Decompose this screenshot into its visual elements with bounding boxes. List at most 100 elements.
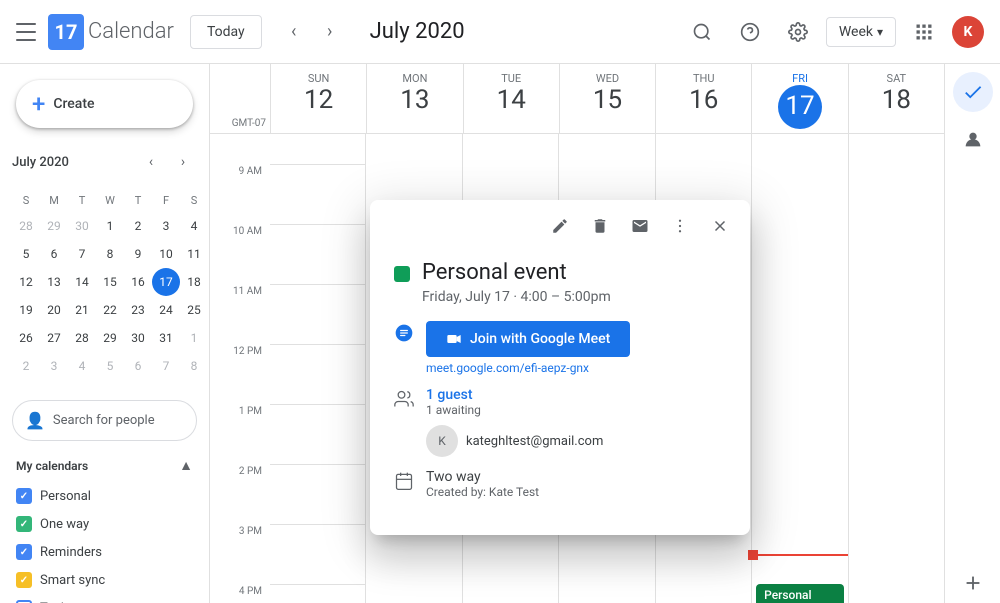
time-3pm: 3 PM [210, 524, 270, 584]
mini-day[interactable]: 12 [12, 268, 40, 296]
grid-col-sun[interactable] [270, 134, 365, 603]
day-col-mon[interactable]: MON 13 [366, 64, 462, 133]
mini-day[interactable]: 24 [152, 296, 180, 324]
mini-day[interactable]: 3 [40, 352, 68, 380]
meet-link[interactable]: meet.google.com/efi-aepz-gnx [426, 361, 726, 375]
mini-day[interactable]: 23 [124, 296, 152, 324]
today-button[interactable]: Today [190, 15, 262, 49]
guest-awaiting: 1 awaiting [426, 403, 726, 417]
mini-day[interactable]: 30 [68, 212, 96, 240]
calendar-item-smartsync[interactable]: Smart sync [12, 566, 197, 594]
help-button[interactable] [730, 12, 770, 52]
calendar-item-reminders[interactable]: Reminders [12, 538, 197, 566]
day-col-wed[interactable]: WED 15 [559, 64, 655, 133]
calendar-checkbox-reminders[interactable] [16, 544, 32, 560]
mini-day[interactable]: 25 [180, 296, 208, 324]
mini-day[interactable]: 7 [68, 240, 96, 268]
mini-day[interactable]: 14 [68, 268, 96, 296]
mini-day[interactable]: 6 [124, 352, 152, 380]
time-12pm: 12 PM [210, 344, 270, 404]
mini-day[interactable]: 29 [96, 324, 124, 352]
nav-buttons: ‹ › [278, 16, 346, 48]
menu-icon[interactable] [16, 20, 40, 44]
mini-day[interactable]: 28 [12, 212, 40, 240]
mini-day[interactable]: 8 [96, 240, 124, 268]
mini-day[interactable]: 20 [40, 296, 68, 324]
day-col-sun[interactable]: SUN 12 [270, 64, 366, 133]
modal-delete-button[interactable] [582, 208, 618, 244]
mini-day[interactable]: 1 [180, 324, 208, 352]
day-col-tue[interactable]: TUE 14 [463, 64, 559, 133]
mini-day[interactable]: 19 [12, 296, 40, 324]
mini-cal-next[interactable]: › [169, 148, 197, 176]
mini-day[interactable]: 30 [124, 324, 152, 352]
avatar[interactable]: K [952, 16, 984, 48]
calendar-event-personal[interactable]: Personal event 4 – 5pm [756, 584, 843, 603]
grid-col-sat[interactable] [848, 134, 944, 603]
mini-day[interactable]: 26 [12, 324, 40, 352]
mini-day[interactable]: 9 [124, 240, 152, 268]
plus-icon: + [32, 92, 45, 116]
time-labels: 9 AM 10 AM 11 AM 12 PM 1 PM 2 PM 3 PM 4 … [210, 134, 270, 603]
calendar-item-oneway[interactable]: One way [12, 510, 197, 538]
mini-day[interactable]: 13 [40, 268, 68, 296]
right-panel-icon2[interactable] [953, 120, 993, 160]
modal-email-button[interactable] [622, 208, 658, 244]
day-col-thu[interactable]: THU 16 [655, 64, 751, 133]
modal-more-button[interactable] [662, 208, 698, 244]
apps-button[interactable] [904, 12, 944, 52]
grid-col-fri[interactable]: Personal event 4 – 5pm [751, 134, 847, 603]
modal-close-button[interactable] [702, 208, 738, 244]
mini-day[interactable]: 31 [152, 324, 180, 352]
right-panel-check-icon[interactable] [953, 72, 993, 112]
modal-guests-section: 1 guest 1 awaiting K kateghltest@gmail.c… [394, 387, 726, 457]
create-button[interactable]: + Create [16, 80, 193, 128]
mini-day[interactable]: 4 [68, 352, 96, 380]
event-modal: Personal event Friday, July 17 · 4:00 – … [370, 200, 750, 535]
mini-day[interactable]: 6 [40, 240, 68, 268]
search-people[interactable]: 👤 Search for people [12, 400, 197, 441]
day-col-sat[interactable]: SAT 18 [848, 64, 944, 133]
mini-day[interactable]: 27 [40, 324, 68, 352]
next-button[interactable]: › [314, 16, 346, 48]
mini-day[interactable]: 22 [96, 296, 124, 324]
mini-day[interactable]: 15 [96, 268, 124, 296]
calendar-checkbox-oneway[interactable] [16, 516, 32, 532]
mini-day[interactable]: 28 [68, 324, 96, 352]
mini-day[interactable]: 2 [12, 352, 40, 380]
mini-day[interactable]: 16 [124, 268, 152, 296]
search-button[interactable] [682, 12, 722, 52]
mini-day[interactable]: 8 [180, 352, 208, 380]
prev-button[interactable]: ‹ [278, 16, 310, 48]
view-select[interactable]: Week ▾ [826, 17, 896, 47]
mini-day-today[interactable]: 17 [152, 268, 180, 296]
mini-day[interactable]: 18 [180, 268, 208, 296]
join-meet-button[interactable]: Join with Google Meet [426, 321, 630, 357]
mini-day[interactable]: 3 [152, 212, 180, 240]
mini-day[interactable]: 11 [180, 240, 208, 268]
calendar-checkbox-smartsync[interactable] [16, 572, 32, 588]
mini-day[interactable]: 7 [152, 352, 180, 380]
modal-edit-button[interactable] [542, 208, 578, 244]
calendar-item-tasks[interactable]: Tasks [12, 594, 197, 603]
day-col-fri[interactable]: FRI 17 [751, 64, 847, 133]
right-panel-add-icon[interactable] [953, 563, 993, 603]
calendar-checkbox-personal[interactable] [16, 488, 32, 504]
mini-day[interactable]: 29 [40, 212, 68, 240]
dow-sat: SAT [849, 72, 944, 85]
my-calendars-header[interactable]: My calendars ▲ [12, 449, 197, 482]
mini-day[interactable]: 1 [96, 212, 124, 240]
time-9am: 9 AM [210, 164, 270, 224]
mini-day[interactable]: 5 [96, 352, 124, 380]
calendar-item-personal[interactable]: Personal [12, 482, 197, 510]
mini-cal-prev[interactable]: ‹ [137, 148, 165, 176]
mini-day[interactable]: 4 [180, 212, 208, 240]
join-label: Join with Google Meet [470, 331, 610, 347]
mini-day[interactable]: 5 [12, 240, 40, 268]
mini-day[interactable]: 2 [124, 212, 152, 240]
mini-day[interactable]: 10 [152, 240, 180, 268]
mini-day[interactable]: 21 [68, 296, 96, 324]
time-4pm: 4 PM [210, 584, 270, 603]
logo-box: 17 [48, 14, 84, 50]
settings-button[interactable] [778, 12, 818, 52]
